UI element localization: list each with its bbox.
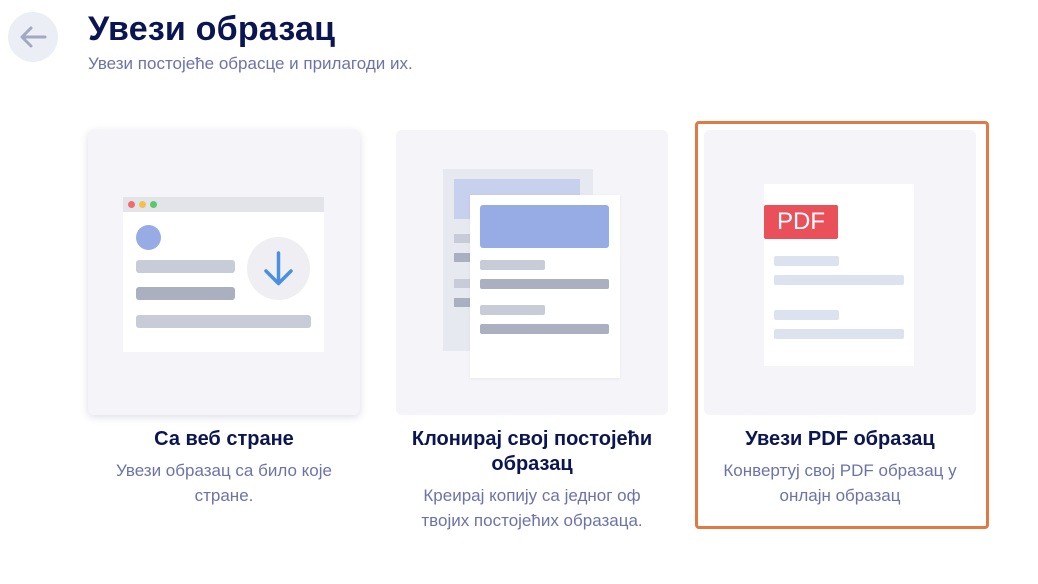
card-description: Креирај копију са једног оф твојих посто… — [421, 486, 643, 530]
card-title: Увези PDF образац — [745, 428, 935, 450]
placeholder-line — [774, 329, 904, 339]
placeholder-line — [480, 305, 545, 315]
placeholder-line — [136, 315, 311, 328]
pdf-document: PDF — [764, 184, 914, 366]
front-doc-header — [480, 205, 609, 248]
clone-illustration — [396, 130, 668, 415]
window-minimize-dot — [139, 201, 146, 208]
pdf-import-illustration: PDF — [704, 130, 976, 415]
import-pdf-card[interactable]: PDF Увези PDF образац Конвертуј свој PDF… — [704, 130, 976, 508]
avatar-illustration — [136, 225, 161, 250]
card-description: Увези образац са било које стране. — [116, 461, 332, 505]
placeholder-line — [136, 260, 235, 273]
arrow-left-icon — [20, 26, 47, 48]
browser-window-illustration — [123, 197, 324, 352]
back-button[interactable] — [8, 12, 58, 62]
download-circle — [247, 237, 310, 300]
placeholder-line — [774, 310, 839, 320]
download-arrow-icon — [264, 251, 293, 286]
placeholder-line — [136, 287, 235, 300]
placeholder-line — [480, 279, 609, 289]
card-description: Конвертуј свој PDF образац у онлајн обра… — [723, 461, 957, 505]
placeholder-line — [774, 275, 904, 285]
placeholder-line — [480, 324, 609, 334]
web-import-illustration — [88, 130, 360, 415]
placeholder-line — [480, 260, 545, 270]
front-document — [470, 195, 620, 378]
card-title: Клонирај свој постојећи образац — [411, 428, 653, 475]
placeholder-line — [774, 256, 839, 266]
window-maximize-dot — [150, 201, 157, 208]
pdf-badge: PDF — [764, 205, 838, 239]
clone-existing-form-card[interactable]: Клонирај свој постојећи образац Креирај … — [396, 130, 668, 533]
card-title: Са веб стране — [154, 428, 294, 450]
window-close-dot — [128, 201, 135, 208]
page-subtitle: Увези постојеће обрасце и прилагоди их. — [88, 54, 413, 73]
import-from-web-card[interactable]: Са веб стране Увези образац са било које… — [88, 130, 360, 508]
page-title: Увези образац — [88, 10, 336, 48]
